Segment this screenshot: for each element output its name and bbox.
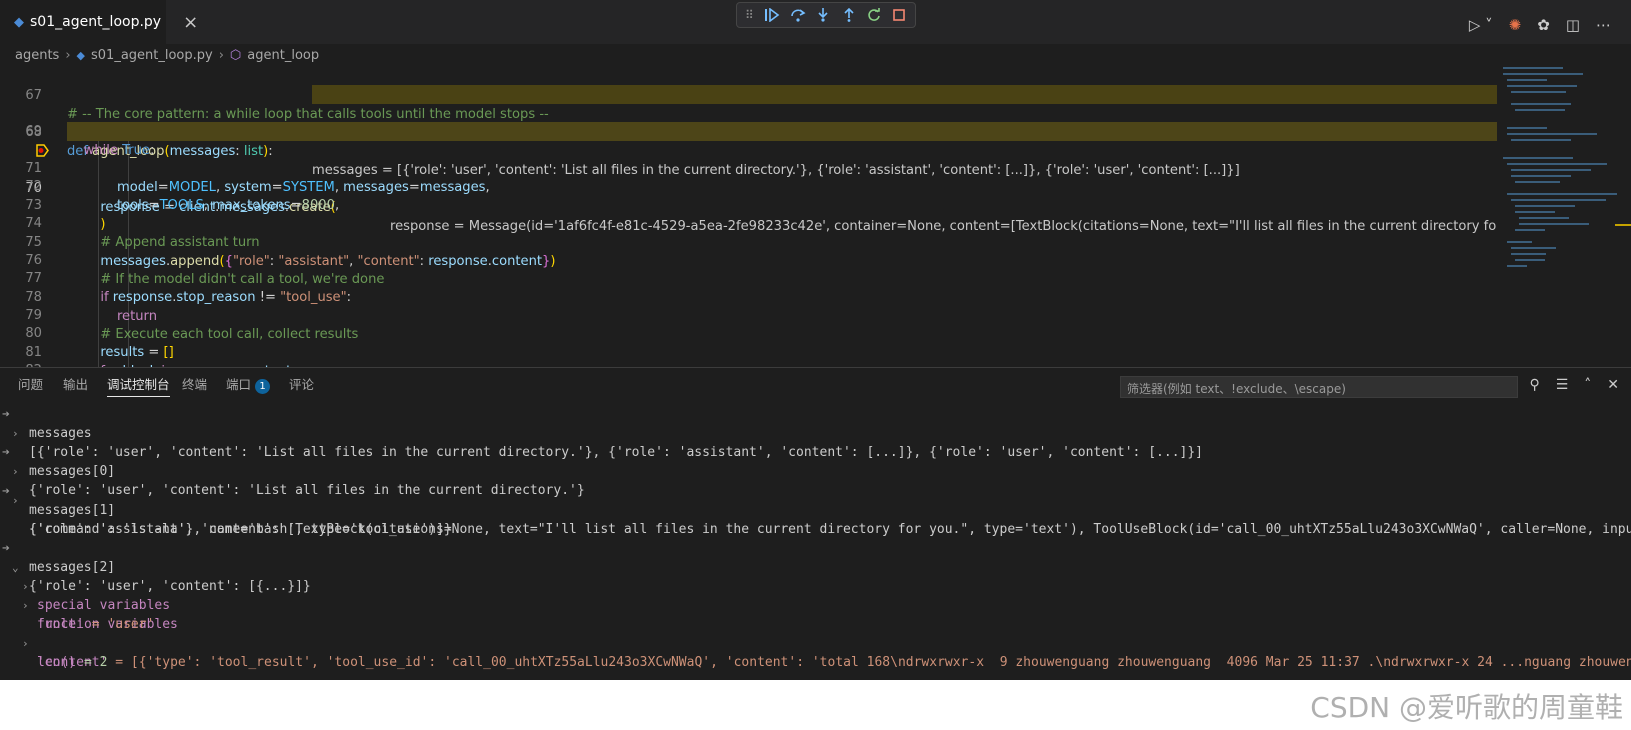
debug-console-output[interactable]: ➔ messages › [{'role': 'user', 'content'… xyxy=(0,402,1631,680)
code-line: 74 # Append assistant turn xyxy=(0,195,1497,250)
code-line: 69 while True: xyxy=(0,103,1497,158)
close-tab-icon[interactable]: × xyxy=(183,12,198,33)
current-line-highlight xyxy=(67,122,1497,141)
code-line: 77 if response.stop_reason != "tool_use"… xyxy=(0,250,1497,305)
current-statement-breakpoint-icon[interactable] xyxy=(3,125,50,157)
breadcrumb-file[interactable]: s01_agent_loop.py xyxy=(91,48,213,63)
tab-ports-label: 端口 xyxy=(226,377,252,392)
editor-tab[interactable]: ◆ s01_agent_loop.py × xyxy=(0,0,198,44)
continue-icon[interactable] xyxy=(764,7,780,23)
panel-tabs: 问题 输出 调试控制台 终端 端口 1 评论 筛选器(例如 text、!exclu… xyxy=(0,368,1631,398)
variable-value: = 2 xyxy=(76,655,108,670)
restart-icon[interactable] xyxy=(866,7,881,23)
tab-output[interactable]: 输出 xyxy=(63,374,88,393)
python-file-icon: ◆ xyxy=(14,14,24,30)
console-input-line: ➔ messages[0] xyxy=(0,424,1631,479)
code-line: 78 return xyxy=(0,269,1497,324)
code-line: 71 model=MODEL, system=SYSTEM, messages=… xyxy=(0,140,1497,195)
code-line: 67 # -- The core pattern: a while loop t… xyxy=(0,67,1497,122)
variable-name: len() xyxy=(37,655,77,670)
search-icon[interactable]: ⚲ xyxy=(1529,377,1539,393)
chevron-right-icon: › xyxy=(218,47,224,63)
step-into-icon[interactable] xyxy=(816,7,831,23)
clear-console-icon[interactable]: ☰ xyxy=(1556,377,1569,393)
console-filter-input[interactable]: 筛选器(例如 text、!exclude、\escape) xyxy=(1120,376,1518,398)
console-input-line: ➔ messages[2] xyxy=(0,520,1631,575)
debug-toolbar: ⠿ xyxy=(736,2,916,28)
sparkle-icon[interactable]: ✺ xyxy=(1509,16,1522,34)
chatgpt-icon[interactable]: ✿ xyxy=(1537,16,1550,34)
tab-filename: s01_agent_loop.py xyxy=(30,14,162,30)
code-line: 81 for block in response.content: xyxy=(0,324,1497,367)
variable-tree-item[interactable]: › 'content' = [{'type': 'tool_result', '… xyxy=(0,615,1631,670)
watermark: CSDN @爱听歌的周童鞋 xyxy=(1310,691,1623,724)
code-line: 68 def agent_loop(messages: list): messa… xyxy=(0,85,1497,178)
code-line-current: 70 response = client.messages.create( re… xyxy=(0,122,1497,234)
breadcrumb-symbol[interactable]: agent_loop xyxy=(247,48,319,63)
more-actions-icon[interactable]: ⋯ xyxy=(1596,16,1611,34)
function-symbol-icon: ⬡ xyxy=(229,47,242,63)
variable-tree-item[interactable]: › function variables xyxy=(0,577,1631,632)
ports-count-badge: 1 xyxy=(255,379,271,394)
tab-problems[interactable]: 问题 xyxy=(18,374,43,393)
chevron-right-icon: › xyxy=(65,47,71,63)
split-editor-icon[interactable]: ◫ xyxy=(1566,16,1580,34)
code-line: 82 if block.type == "tool_use": xyxy=(0,342,1497,367)
code-editor[interactable]: 67 # -- The core pattern: a while loop t… xyxy=(0,67,1497,367)
console-result-line[interactable]: › {'role': 'assistant', 'content': [Text… xyxy=(0,482,1631,537)
inline-value-highlight xyxy=(312,85,1497,104)
console-result-line[interactable]: › {'role': 'user', 'content': 'List all … xyxy=(0,443,1631,498)
code-line: 79 # Execute each tool call, collect res… xyxy=(0,287,1497,342)
tab-bar: ◆ s01_agent_loop.py × ⠿ ▷ ˅ ✺ ✿ ◫ ⋯ xyxy=(0,0,1631,44)
breadcrumb-folder[interactable]: agents xyxy=(15,48,59,63)
stop-icon[interactable] xyxy=(892,7,907,23)
run-icon[interactable]: ▷ ˅ xyxy=(1469,16,1493,34)
drag-grip-icon[interactable]: ⠿ xyxy=(745,8,754,22)
minimap[interactable] xyxy=(1497,67,1631,367)
bottom-panel: 问题 输出 调试控制台 终端 端口 1 评论 筛选器(例如 text、!exclu… xyxy=(0,367,1631,680)
variable-tree-item[interactable]: › special variables xyxy=(0,558,1631,613)
chevron-up-icon[interactable]: ˄ xyxy=(1584,377,1591,393)
variable-tree-item: 'role' = 'user' xyxy=(0,596,1631,632)
python-file-icon: ◆ xyxy=(76,48,85,62)
tab-ports[interactable]: 端口 1 xyxy=(226,374,271,394)
console-result-continuation: {'command': 'ls -la'}, name='bash', type… xyxy=(0,501,1631,537)
tab-terminal[interactable]: 终端 xyxy=(182,374,207,393)
tab-comments[interactable]: 评论 xyxy=(289,374,314,393)
step-out-icon[interactable] xyxy=(841,7,856,23)
close-icon[interactable]: ✕ xyxy=(1607,377,1619,393)
code-line: 73 ) xyxy=(0,177,1497,232)
vscode-window: ◆ s01_agent_loop.py × ⠿ ▷ ˅ ✺ ✿ ◫ ⋯ agen… xyxy=(0,0,1631,680)
console-result-line[interactable]: ⌄ {'role': 'user', 'content': [{...}]} xyxy=(0,539,1631,594)
code-line: 72 tools=TOOLS, max_tokens=8000, xyxy=(0,158,1497,213)
console-result-line[interactable]: › [{'role': 'user', 'content': 'List all… xyxy=(0,405,1631,460)
code-line: 80 results = [] xyxy=(0,305,1497,360)
variable-value: = [{'type': 'tool_result', 'tool_use_id'… xyxy=(107,655,1631,670)
console-input-line: ➔ messages[1] xyxy=(0,463,1631,518)
variable-tree-item: len() = 2 xyxy=(0,634,1631,670)
tab-debug-console[interactable]: 调试控制台 xyxy=(107,374,170,397)
step-over-icon[interactable] xyxy=(790,7,806,23)
code-line: 75 messages.append({"role": "assistant",… xyxy=(0,214,1497,269)
minimap-debug-marker xyxy=(1615,224,1631,226)
code-line: 76 # If the model didn't call a tool, we… xyxy=(0,232,1497,287)
editor-actions: ▷ ˅ ✺ ✿ ◫ ⋯ xyxy=(1469,16,1611,34)
breadcrumb: agents › ◆ s01_agent_loop.py › ⬡ agent_l… xyxy=(0,44,1515,66)
panel-actions: ⚲ ☰ ˄ ✕ xyxy=(1529,377,1619,393)
